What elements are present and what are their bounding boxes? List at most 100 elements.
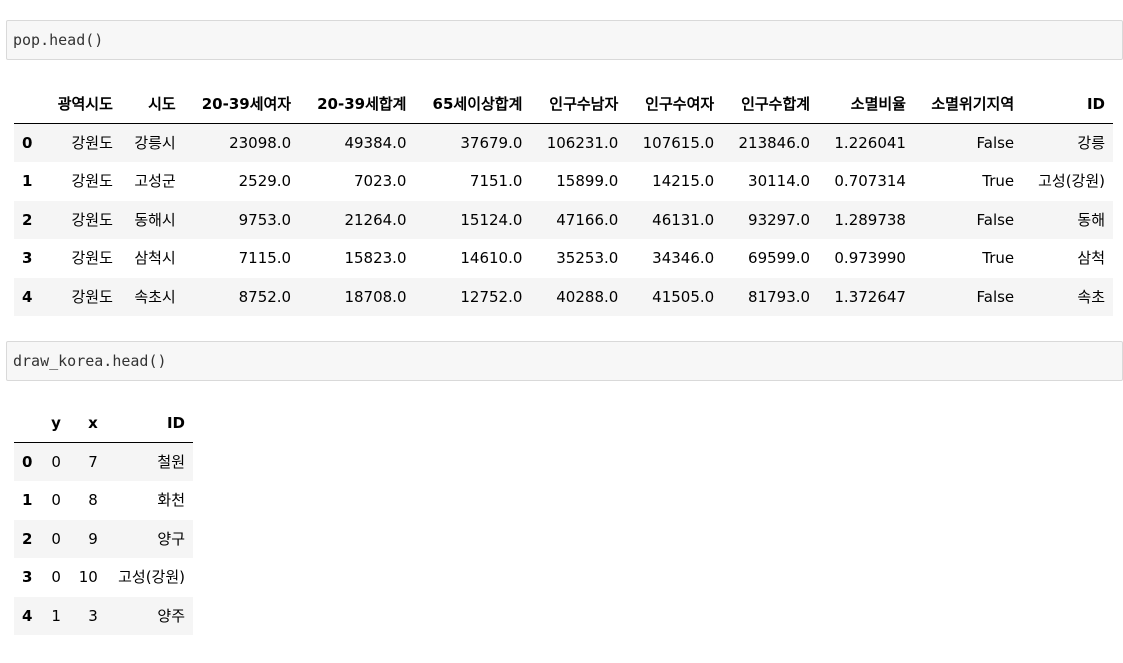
column-header: 광역시도 <box>42 85 121 124</box>
table-cell: 양주 <box>157 606 185 625</box>
table-cell: 40288.0 <box>556 287 619 306</box>
table-cell: 강원도 <box>71 134 113 152</box>
code-input[interactable]: pop.head() <box>13 31 103 49</box>
table-cell: 30114.0 <box>748 172 811 191</box>
table-cell: 23098.0 <box>229 134 292 152</box>
row-index: 3 <box>22 568 33 587</box>
table-cell: 47166.0 <box>556 210 619 229</box>
table-cell: 0 <box>51 529 61 548</box>
table-cell: 69599.0 <box>748 249 811 268</box>
table-row: 4 1 3 양주 <box>14 596 193 635</box>
table-cell: 106231.0 <box>546 134 619 152</box>
table-cell: 0 <box>51 453 61 471</box>
table-row: 1 강원도 고성군 2529.0 7023.0 7151.0 15899.0 14215.0 3… <box>14 162 1113 201</box>
column-header: y <box>41 404 69 443</box>
table-cell: 강릉 <box>1077 134 1105 152</box>
table-cell: False <box>976 287 1015 306</box>
table-cell: 12752.0 <box>460 287 523 306</box>
column-header: x <box>68 404 106 443</box>
table-cell: True <box>982 172 1015 191</box>
table-cell: 1.372647 <box>834 287 906 306</box>
column-header: 인구수합계 <box>722 85 819 124</box>
table-row: 3 강원도 삼척시 7115.0 15823.0 14610.0 35253.0 34346.… <box>14 239 1113 278</box>
row-index: 2 <box>22 529 33 548</box>
table-row: 1 0 8 화천 <box>14 481 193 520</box>
code-cell-pop-head[interactable]: pop.head() <box>6 20 1123 60</box>
table-cell: 강원도 <box>71 210 113 229</box>
column-header: 시도 <box>120 85 184 124</box>
table-cell: 0.707314 <box>834 172 906 191</box>
column-header: 20-39세합계 <box>299 85 415 124</box>
table-cell: 3 <box>88 606 98 625</box>
index-header <box>14 404 42 443</box>
table-cell: 1 <box>51 606 61 625</box>
column-header: 소멸위기지역 <box>913 85 1023 124</box>
table-cell: 고성(강원) <box>1038 172 1105 191</box>
table-cell: 7023.0 <box>353 172 407 191</box>
table-cell: 삼척시 <box>134 249 176 268</box>
row-index: 0 <box>22 134 33 152</box>
pop-dataframe-output: 광역시도 시도 20-39세여자 20-39세합계 65세이상합계 인구수남자 인구수여자 인… <box>14 85 1113 316</box>
table-cell: 15823.0 <box>344 249 407 268</box>
row-index: 1 <box>22 491 33 510</box>
code-cell-draw-korea-head[interactable]: draw_korea.head() <box>6 341 1123 381</box>
column-header: 인구수남자 <box>530 85 627 124</box>
table-cell: 35253.0 <box>556 249 619 268</box>
column-header: 소멸비율 <box>818 85 914 124</box>
table-row: 2 0 9 양구 <box>14 519 193 558</box>
table-row: 0 0 7 철원 <box>14 442 193 481</box>
table-cell: 7151.0 <box>469 172 523 191</box>
table-cell: 강원도 <box>71 287 113 306</box>
table-cell: 18708.0 <box>344 287 407 306</box>
table-cell: 속초시 <box>134 287 176 306</box>
table-cell: 0 <box>51 491 61 510</box>
column-header: ID <box>105 404 193 443</box>
table-cell: 14215.0 <box>652 172 715 191</box>
table-cell: 동해시 <box>134 210 176 229</box>
column-header: 65세이상합계 <box>414 85 531 124</box>
row-index: 4 <box>22 606 33 625</box>
table-cell: 강원도 <box>71 249 113 268</box>
table-cell: 34346.0 <box>652 249 715 268</box>
row-index: 4 <box>22 287 33 306</box>
table-cell: 고성군 <box>134 172 176 191</box>
table-cell: 49384.0 <box>344 134 407 152</box>
table-cell: 8 <box>88 491 98 510</box>
table-row: 4 강원도 속초시 8752.0 18708.0 12752.0 40288.0 41505.… <box>14 277 1113 316</box>
table-row: 3 0 10 고성(강원) <box>14 558 193 597</box>
table-cell: True <box>982 249 1015 268</box>
table-cell: 고성(강원) <box>118 568 185 587</box>
table-cell: 14610.0 <box>460 249 523 268</box>
column-header: 20-39세여자 <box>183 85 300 124</box>
table-cell: 동해 <box>1077 210 1105 229</box>
row-index: 2 <box>22 210 33 229</box>
table-cell: 7115.0 <box>238 249 292 268</box>
table-cell: 15124.0 <box>460 210 523 229</box>
table-cell: 철원 <box>157 453 185 471</box>
table-cell: 81793.0 <box>748 287 811 306</box>
row-index: 3 <box>22 249 33 268</box>
row-index: 1 <box>22 172 33 191</box>
header-row: 광역시도 시도 20-39세여자 20-39세합계 65세이상합계 인구수남자 인구수여자 인… <box>14 85 1113 124</box>
code-input[interactable]: draw_korea.head() <box>13 352 167 370</box>
column-header: 인구수여자 <box>626 85 723 124</box>
table-cell: 강원도 <box>71 172 113 191</box>
table-row: 0 강원도 강릉시 23098.0 49384.0 37679.0 106231.0 1076… <box>14 123 1113 162</box>
table-cell: 21264.0 <box>344 210 407 229</box>
table-cell: False <box>976 210 1015 229</box>
table-cell: 삼척 <box>1077 249 1105 268</box>
table-cell: 9 <box>88 529 98 548</box>
table-cell: 15899.0 <box>556 172 619 191</box>
table-cell: 9753.0 <box>238 210 292 229</box>
table-cell: 속초 <box>1077 287 1105 306</box>
table-cell: 0 <box>51 568 61 587</box>
table-cell: 8752.0 <box>238 287 292 306</box>
table-cell: 화천 <box>157 491 185 510</box>
header-row: y x ID <box>14 404 193 443</box>
table-cell: 2529.0 <box>238 172 292 191</box>
table-cell: 93297.0 <box>748 210 811 229</box>
table-cell: 213846.0 <box>738 134 811 152</box>
table-cell: 양구 <box>157 529 185 548</box>
table-cell: 7 <box>88 453 98 471</box>
table-cell: False <box>976 134 1015 152</box>
